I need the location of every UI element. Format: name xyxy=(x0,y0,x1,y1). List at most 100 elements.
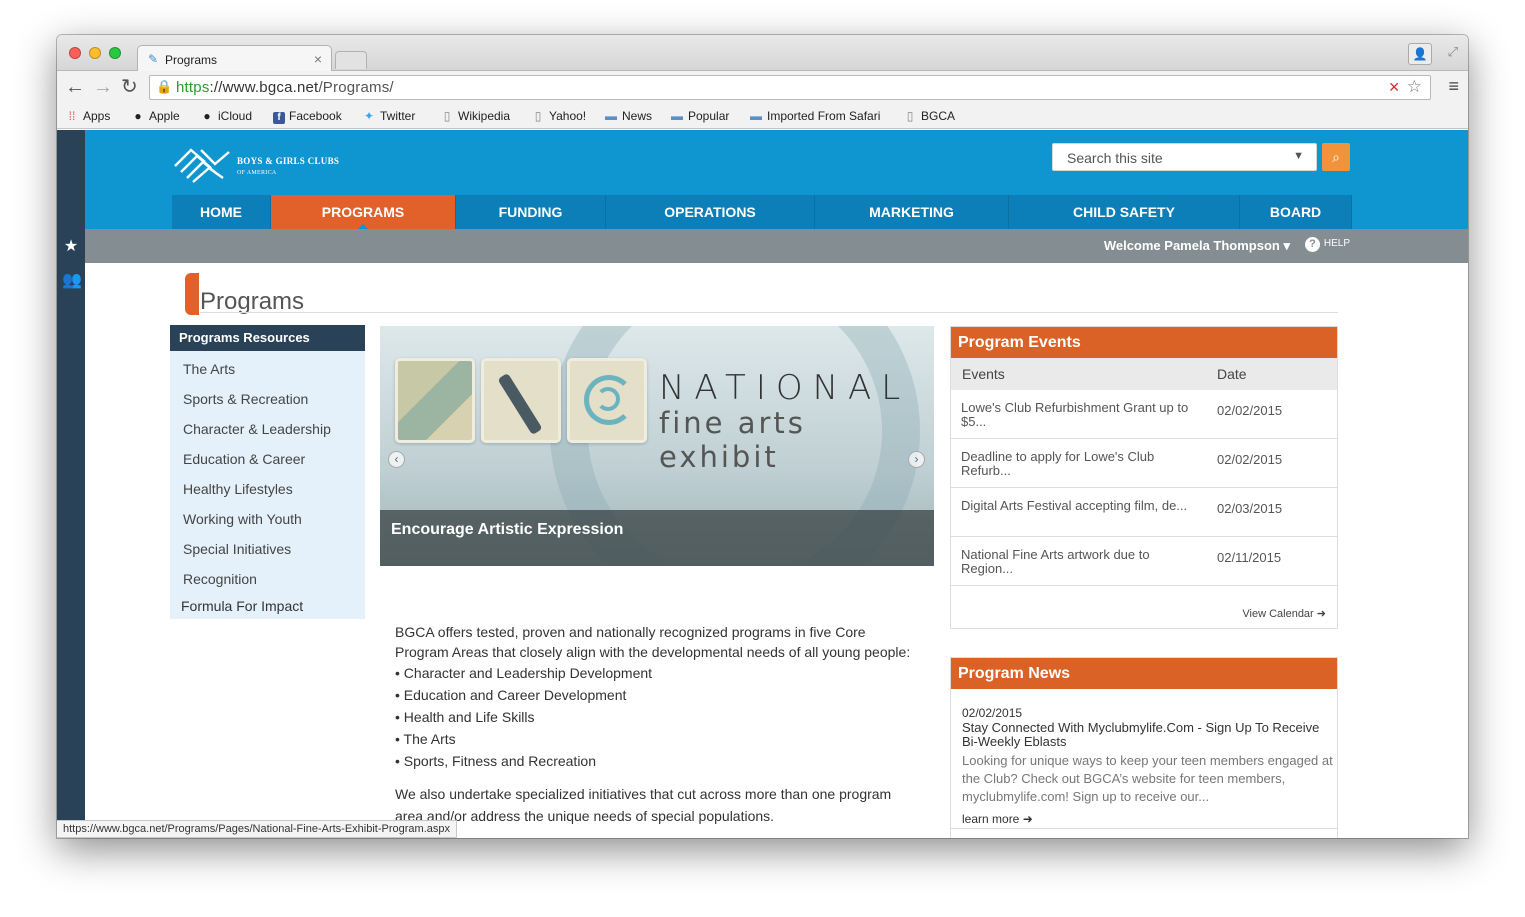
event-name[interactable]: Deadline to apply for Lowe's Club Refurb… xyxy=(961,450,1196,478)
star-icon[interactable]: ★ xyxy=(62,236,80,256)
programs-sidebar: Programs Resources The Arts Sports & Rec… xyxy=(170,325,365,619)
nav-board[interactable]: BOARD xyxy=(1240,195,1352,229)
bookmark-facebook[interactable]: f Facebook xyxy=(273,109,342,124)
browser-window: ✎ Programs × 👤 ⤢ ← → ↻ 🔒 https://www.bgc… xyxy=(57,35,1468,838)
sidebar-item-recognition[interactable]: Recognition xyxy=(183,571,257,587)
bookmark-folder-news[interactable]: ▬ News xyxy=(604,109,652,123)
apple-icon: ● xyxy=(134,109,142,123)
event-name[interactable]: National Fine Arts artwork due to Region… xyxy=(961,548,1196,576)
page-icon: ▯ xyxy=(534,109,542,123)
search-button[interactable]: ⌕ xyxy=(1322,143,1350,171)
program-events-panel: Program Events Events Date Lowe's Club R… xyxy=(950,326,1338,629)
event-row[interactable]: National Fine Arts artwork due to Region… xyxy=(951,537,1337,586)
help-icon[interactable]: ? xyxy=(1305,237,1320,252)
bookmark-apps[interactable]: ⁞⁞ Apps xyxy=(65,109,111,123)
folder-icon: ▬ xyxy=(750,109,762,123)
address-bar[interactable]: 🔒 https://www.bgca.net/Programs/ ✕ ☆ xyxy=(149,75,1431,100)
sidebar-item-healthy-lifestyles[interactable]: Healthy Lifestyles xyxy=(183,481,293,497)
event-row[interactable]: Deadline to apply for Lowe's Club Refurb… xyxy=(951,439,1337,488)
news-headline[interactable]: Stay Connected With Myclubmylife.Com - S… xyxy=(962,721,1337,749)
event-date: 02/02/2015 xyxy=(1217,403,1283,418)
folder-icon: ▬ xyxy=(671,109,683,123)
forward-icon[interactable]: → xyxy=(93,75,113,99)
fullscreen-icon[interactable]: ⤢ xyxy=(1448,44,1458,60)
slide-caption[interactable]: Encourage Artistic Expression xyxy=(391,521,623,539)
news-summary: Looking for unique ways to keep your tee… xyxy=(962,753,1333,804)
list-item: • Education and Career Development xyxy=(395,687,627,703)
page-viewport: ★ 👥 BOYS & GIRLS CLUBS OF AMERICA Search… xyxy=(57,130,1468,838)
arrow-circle-icon: ➜ xyxy=(1022,812,1033,826)
browser-tab[interactable]: ✎ Programs × xyxy=(137,45,332,72)
list-item: • Character and Leadership Development xyxy=(395,665,653,681)
event-date: 02/11/2015 xyxy=(1217,550,1282,565)
event-name[interactable]: Digital Arts Festival accepting film, de… xyxy=(961,499,1196,513)
tab-close-icon[interactable]: × xyxy=(314,51,322,67)
slider-next-icon[interactable]: › xyxy=(908,451,925,468)
status-bar: https://www.bgca.net/Programs/Pages/Nati… xyxy=(57,820,457,838)
nav-funding[interactable]: FUNDING xyxy=(456,195,606,229)
bookmark-folder-imported[interactable]: ▬ Imported From Safari xyxy=(749,109,880,123)
nav-operations[interactable]: OPERATIONS xyxy=(606,195,815,229)
twitter-icon: ✦ xyxy=(363,109,375,123)
new-tab-button[interactable] xyxy=(335,51,367,69)
minimize-window-button[interactable] xyxy=(89,47,101,59)
view-calendar-link[interactable]: View Calendar ➜ xyxy=(1242,607,1326,620)
nav-marketing[interactable]: MARKETING xyxy=(815,195,1009,229)
favicon-icon: ✎ xyxy=(148,52,159,66)
site-search-input[interactable]: Search this site ▼ xyxy=(1052,143,1317,171)
bookmark-bgca[interactable]: ▯ BGCA xyxy=(903,109,955,123)
spiral-inner xyxy=(596,387,620,411)
welcome-user-menu[interactable]: Welcome Pamela Thompson ▾ xyxy=(1104,238,1290,254)
bookmark-folder-popular[interactable]: ▬ Popular xyxy=(670,109,729,123)
sidebar-item-education-career[interactable]: Education & Career xyxy=(183,451,305,467)
hands-logo-icon xyxy=(174,148,230,183)
feature-slider[interactable]: NATIONAL fine arts exhibit ‹ › Encourage… xyxy=(380,326,934,566)
event-name[interactable]: Lowe's Club Refurbishment Grant up to $5… xyxy=(961,401,1196,429)
folder-icon: ▬ xyxy=(605,109,617,123)
lock-icon: 🔒 xyxy=(156,79,173,94)
sidebar-item-special-initiatives[interactable]: Special Initiatives xyxy=(183,541,291,557)
bookmark-star-icon[interactable]: ☆ xyxy=(1407,77,1422,97)
slide-caption-band: Encourage Artistic Expression xyxy=(380,510,934,566)
news-heading: Program News xyxy=(951,658,1337,689)
event-row[interactable]: Digital Arts Festival accepting film, de… xyxy=(951,488,1337,537)
events-table-header: Events Date xyxy=(951,358,1337,390)
sidebar-heading: Programs Resources xyxy=(170,325,365,351)
sidebar-item-character-leadership[interactable]: Character & Leadership xyxy=(183,421,331,437)
divider xyxy=(200,312,1338,313)
apps-icon: ⁞⁞ xyxy=(68,109,76,123)
zoom-window-button[interactable] xyxy=(109,47,121,59)
art-tile-spiral xyxy=(567,358,647,443)
slide-headline: NATIONAL xyxy=(659,368,911,408)
back-icon[interactable]: ← xyxy=(65,75,85,99)
help-link[interactable]: HELP xyxy=(1324,238,1350,249)
bookmark-yahoo[interactable]: ▯ Yahoo! xyxy=(531,109,586,123)
bgca-logo[interactable]: BOYS & GIRLS CLUBS OF AMERICA xyxy=(171,144,371,186)
tab-title: Programs xyxy=(165,53,218,67)
paintbrush-icon xyxy=(497,372,543,436)
popup-blocked-icon[interactable]: ✕ xyxy=(1388,79,1400,96)
bookmark-icloud[interactable]: ● iCloud xyxy=(200,109,252,123)
sidebar-item-working-with-youth[interactable]: Working with Youth xyxy=(183,511,302,527)
reload-icon[interactable]: ↻ xyxy=(121,75,138,99)
page-icon: ▯ xyxy=(906,109,914,123)
list-item: • The Arts xyxy=(395,731,456,747)
sidebar-item-formula-for-impact[interactable]: Formula For Impact xyxy=(181,598,303,614)
event-row[interactable]: Lowe's Club Refurbishment Grant up to $5… xyxy=(951,390,1337,439)
chevron-down-icon[interactable]: ▼ xyxy=(1293,150,1304,162)
learn-more-link[interactable]: learn more ➜ xyxy=(962,812,1033,826)
sidebar-item-sports-recreation[interactable]: Sports & Recreation xyxy=(183,391,308,407)
left-rail: ★ 👥 xyxy=(57,130,85,838)
bookmark-apple[interactable]: ● Apple xyxy=(131,109,179,123)
close-window-button[interactable] xyxy=(69,47,81,59)
nav-programs[interactable]: PROGRAMS xyxy=(271,195,456,230)
menu-icon[interactable]: ≡ xyxy=(1448,76,1459,97)
nav-child-safety[interactable]: CHILD SAFETY xyxy=(1009,195,1240,229)
profile-icon[interactable]: 👤 xyxy=(1408,43,1432,65)
bookmark-twitter[interactable]: ✦ Twitter xyxy=(362,109,415,123)
slider-prev-icon[interactable]: ‹ xyxy=(388,451,405,468)
nav-home[interactable]: HOME xyxy=(172,195,271,229)
sidebar-item-the-arts[interactable]: The Arts xyxy=(183,361,235,377)
users-icon[interactable]: 👥 xyxy=(62,270,82,290)
bookmark-wikipedia[interactable]: ▯ Wikipedia xyxy=(440,109,510,123)
